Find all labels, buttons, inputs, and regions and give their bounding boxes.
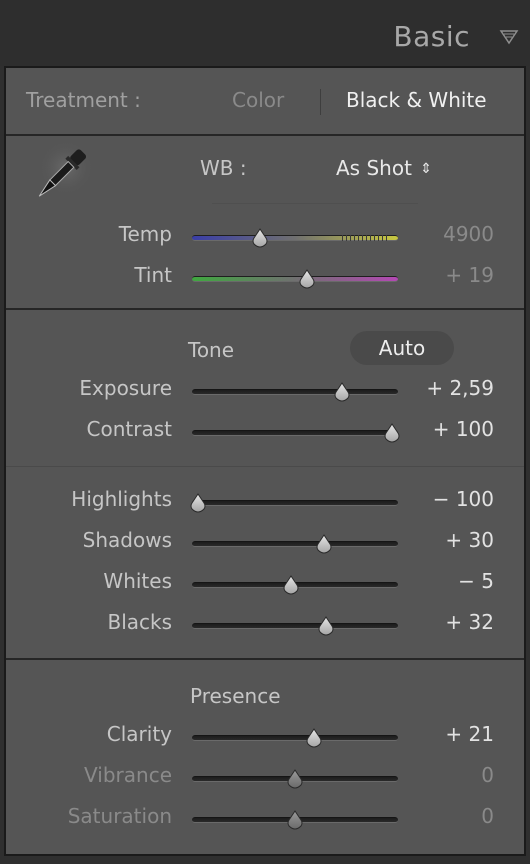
shadows-slider-track[interactable] [192,541,398,547]
temp-value[interactable]: 4900 [406,222,494,246]
whites-value[interactable]: − 5 [406,569,494,593]
slider-row-highlights: Highlights − 100 [6,487,524,517]
whites-label: Whites [103,569,172,593]
temp-label: Temp [118,222,172,246]
exposure-slider-track[interactable] [192,389,398,395]
updown-icon: ⇕ [420,161,433,177]
vibrance-value: 0 [481,763,494,787]
wb-label: WB : [200,156,247,180]
eyedropper-icon[interactable] [24,140,94,210]
clarity-label: Clarity [106,722,172,746]
vibrance-slider-thumb [286,769,304,789]
slider-row-tint: Tint + 19 [6,263,524,293]
wb-value: As Shot [336,156,412,180]
shadows-label: Shadows [82,528,172,552]
treatment-row: Treatment : Color Black & White [6,68,524,134]
contrast-value[interactable]: + 100 [406,417,494,441]
slider-row-vibrance: Vibrance 0 [6,763,524,793]
exposure-slider-thumb[interactable] [333,382,351,402]
basic-panel: Treatment : Color Black & White WB: As … [4,66,526,856]
contrast-label: Contrast [86,417,172,441]
clarity-slider-track[interactable] [192,735,398,741]
panel-header[interactable]: Basic [0,0,530,66]
treatment-color-option[interactable]: Color [232,88,284,112]
presence-label: Presence [190,684,281,708]
saturation-value: 0 [481,804,494,828]
slider-row-saturation: Saturation 0 [6,804,524,834]
highlights-slider-track[interactable] [192,500,398,506]
tint-slider-track[interactable] [192,276,398,282]
tint-label: Tint [134,263,172,287]
exposure-label: Exposure [79,376,172,400]
blacks-slider-thumb[interactable] [317,616,335,636]
vibrance-label: Vibrance [84,763,172,787]
shadows-slider-thumb[interactable] [315,534,333,554]
triangle-down-icon[interactable] [498,26,520,48]
treatment-label: Treatment : [26,88,141,112]
tint-value[interactable]: + 19 [406,263,494,287]
wb-section: WB : As Shot ⇕ Temp 4900 Tint + 19 [6,136,524,308]
slider-row-contrast: Contrast + 100 [6,417,524,447]
slider-row-whites: Whites − 5 [6,569,524,599]
highlights-slider-thumb[interactable] [189,493,207,513]
presence-section: Presence Clarity + 21 Vibrance 0 Saturation 0 [6,660,524,854]
slider-row-temp: Temp 4900 [6,222,524,252]
auto-tone-button[interactable]: Auto [350,331,454,365]
blacks-label: Blacks [107,610,172,634]
treatment-separator [320,89,321,115]
saturation-slider-thumb [286,810,304,830]
slider-row-shadows: Shadows + 30 [6,528,524,558]
clarity-value[interactable]: + 21 [406,722,494,746]
whites-slider-thumb[interactable] [282,575,300,595]
slider-row-blacks: Blacks + 32 [6,610,524,640]
slider-row-clarity: Clarity + 21 [6,722,524,752]
saturation-label: Saturation [67,804,172,828]
shadows-value[interactable]: + 30 [406,528,494,552]
blacks-value[interactable]: + 32 [406,610,494,634]
panel-title: Basic [393,20,470,53]
divider [6,466,524,467]
temp-tick-marks [342,235,392,241]
blacks-slider-track[interactable] [192,623,398,629]
wb-divider [212,203,418,204]
slider-row-exposure: Exposure + 2,59 [6,376,524,406]
wb-select[interactable]: As Shot ⇕ [336,156,432,180]
treatment-bw-option[interactable]: Black & White [346,88,487,112]
exposure-value[interactable]: + 2,59 [406,376,494,400]
tone-label: Tone [188,338,235,362]
tint-slider-thumb[interactable] [298,269,316,289]
highlights-value[interactable]: − 100 [406,487,494,511]
clarity-slider-thumb[interactable] [305,728,323,748]
temp-slider-thumb[interactable] [251,228,269,248]
tone-section: Tone Auto Exposure + 2,59 Contrast + 100 Hi… [6,310,524,660]
contrast-slider-thumb[interactable] [383,423,401,443]
contrast-slider-track[interactable] [192,430,398,436]
highlights-label: Highlights [71,487,172,511]
